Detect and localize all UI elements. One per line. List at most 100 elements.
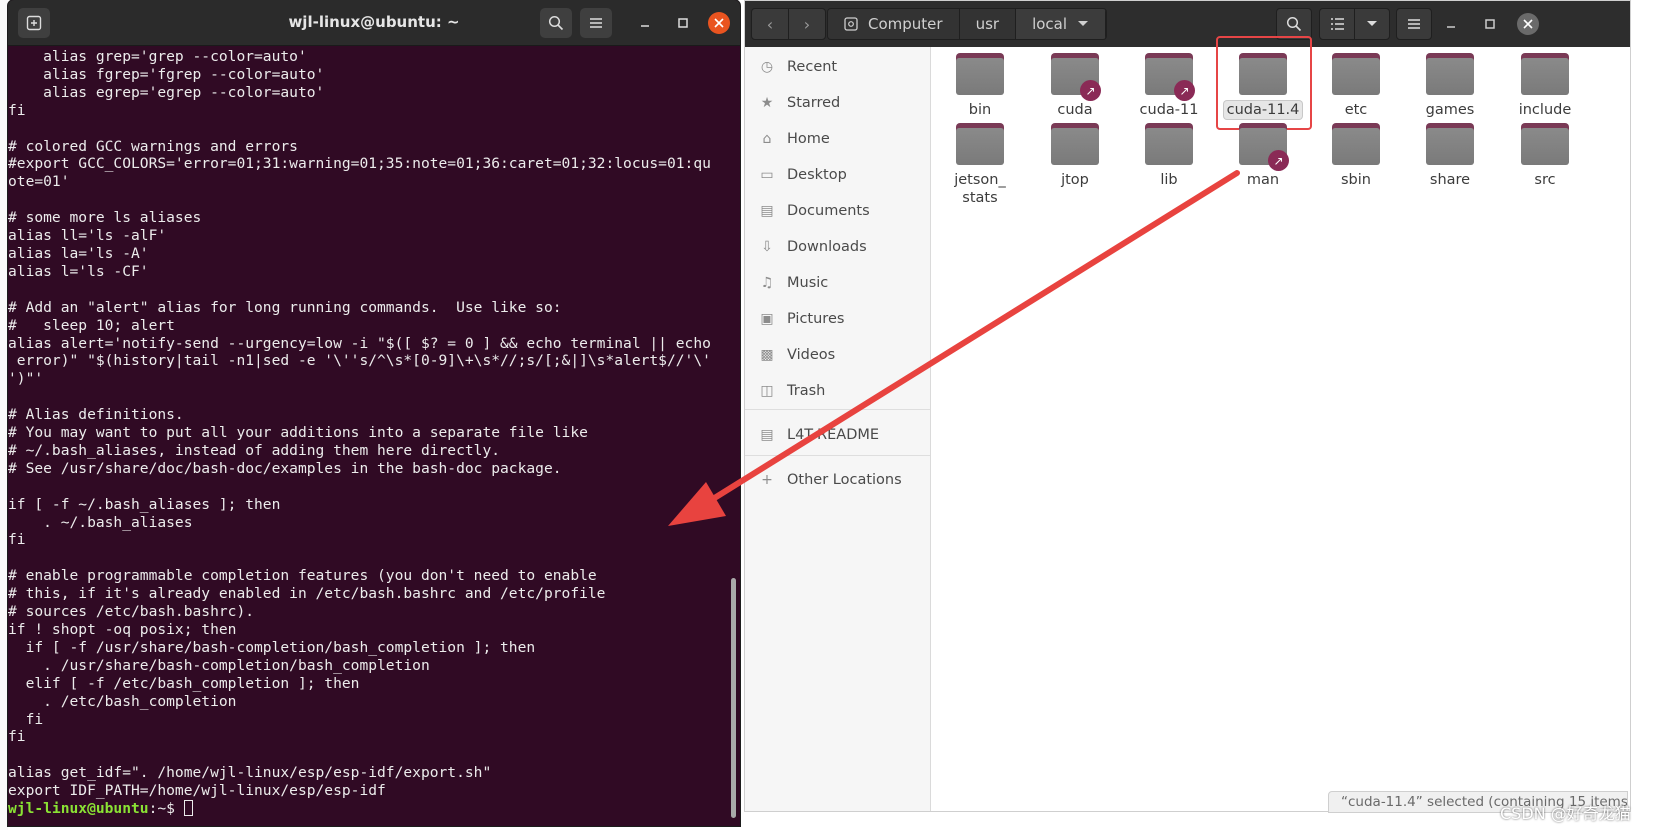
folder-item[interactable]: ↗ cuda: [1033, 53, 1117, 119]
sidebar-item-label: Recent: [787, 59, 838, 75]
background-window-strip: [0, 0, 8, 830]
folder-icon: [1426, 53, 1474, 95]
sidebar-item-pictures[interactable]: ▣ Pictures: [745, 301, 930, 337]
chevron-down-icon[interactable]: [1077, 20, 1089, 28]
folder-item[interactable]: share: [1408, 123, 1492, 189]
sidebar-separator: [745, 455, 930, 456]
minimize-icon[interactable]: [634, 12, 656, 34]
sidebar-item-trash[interactable]: ◫ Trash: [745, 373, 930, 409]
folder-item[interactable]: bin: [938, 53, 1022, 119]
sidebar-item-label: Desktop: [787, 167, 847, 183]
sidebar-item-starred[interactable]: ★ Starred: [745, 85, 930, 121]
watermark: CSDN @好奇龙猫: [1500, 804, 1631, 823]
hamburger-menu-icon[interactable]: [580, 8, 612, 38]
close-icon[interactable]: [1517, 13, 1539, 35]
symlink-arrow-icon: ↗: [1174, 80, 1195, 101]
search-icon: [1286, 16, 1302, 32]
folder-item[interactable]: etc: [1314, 53, 1398, 119]
sidebar-item-recent[interactable]: ◷ Recent: [745, 49, 930, 85]
places-sidebar: ◷ Recent ★ Starred ⌂ Home ▭ Desktop ▤ Documents ⇩ D…: [745, 47, 931, 811]
highlight-box: [1216, 36, 1312, 130]
folder-name: games: [1425, 102, 1475, 118]
terminal-prompt-line[interactable]: wjl-linux@ubuntu:~$: [8, 800, 726, 818]
sidebar-item-l4t-readme[interactable]: ▤ L4T-README: [745, 417, 930, 453]
chevron-right-icon: ›: [803, 14, 811, 34]
sidebar-item-label: Trash: [787, 383, 826, 399]
sidebar-item-label: L4T-README: [787, 427, 880, 443]
list-view-icon: [1330, 18, 1344, 30]
folder-item[interactable]: ↗ man: [1221, 123, 1305, 189]
folder-name: cuda-11: [1139, 102, 1199, 118]
desktop-icon: ▭: [760, 167, 774, 183]
terminal-title: wjl-linux@ubuntu: ~: [288, 13, 460, 31]
folder-link-icon: ↗: [1145, 53, 1195, 101]
sidebar-item-label: Pictures: [787, 311, 845, 327]
sidebar-item-desktop[interactable]: ▭ Desktop: [745, 157, 930, 193]
maximize-icon[interactable]: [1479, 13, 1501, 35]
breadcrumb-local[interactable]: local: [1016, 9, 1107, 39]
folder-item[interactable]: include: [1503, 53, 1587, 119]
file-manager-window[interactable]: ‹ › Computer usr local ◷ Recent ★ Starre…: [744, 0, 1631, 813]
drive-icon: [844, 17, 858, 31]
folder-item[interactable]: jetson_ stats: [938, 123, 1022, 207]
back-button[interactable]: ‹: [751, 8, 789, 40]
view-options-button[interactable]: [1354, 8, 1390, 40]
menu-button[interactable]: [1396, 8, 1432, 40]
folder-item[interactable]: src: [1503, 123, 1587, 189]
prompt-path: :~$: [148, 800, 184, 818]
pictures-icon: ▣: [760, 311, 774, 327]
sidebar-item-label: Starred: [787, 95, 841, 111]
sidebar-item-label: Music: [787, 275, 829, 291]
folder-item[interactable]: sbin: [1314, 123, 1398, 189]
folder-name: share: [1429, 172, 1471, 188]
sidebar-item-videos[interactable]: ▩ Videos: [745, 337, 930, 373]
videos-icon: ▩: [760, 347, 774, 363]
sidebar-item-label: Downloads: [787, 239, 867, 255]
folder-item[interactable]: jtop: [1033, 123, 1117, 189]
hamburger-menu-icon: [1408, 19, 1420, 29]
folder-item[interactable]: ↗ cuda-11: [1127, 53, 1211, 119]
files-headerbar: ‹ › Computer usr local: [745, 1, 1630, 47]
sidebar-item-home[interactable]: ⌂ Home: [745, 121, 930, 157]
search-icon[interactable]: [540, 8, 572, 38]
sidebar-item-music[interactable]: ♫ Music: [745, 265, 930, 301]
breadcrumb-computer[interactable]: Computer: [828, 9, 960, 39]
folder-icon: [956, 123, 1004, 165]
sidebar-item-label: Documents: [787, 203, 870, 219]
maximize-icon[interactable]: [672, 12, 694, 34]
folder-name: jetson_ stats: [954, 172, 1006, 206]
minimize-icon[interactable]: [1440, 13, 1462, 35]
downloads-icon: ⇩: [761, 239, 773, 255]
folder-item[interactable]: lib: [1127, 123, 1211, 189]
home-icon: ⌂: [762, 131, 772, 147]
drive-icon: ▤: [760, 427, 774, 443]
terminal-window[interactable]: wjl-linux@ubuntu: ~ alias grep='grep --c…: [8, 0, 740, 826]
folder-item[interactable]: games: [1408, 53, 1492, 119]
folder-icon: [1332, 123, 1380, 165]
terminal-scrollbar[interactable]: [731, 578, 736, 818]
terminal-headerbar: wjl-linux@ubuntu: ~: [8, 0, 740, 46]
folder-icon: [1332, 53, 1380, 95]
forward-button[interactable]: ›: [788, 8, 826, 40]
sidebar-item-documents[interactable]: ▤ Documents: [745, 193, 930, 229]
sidebar-item-label: Videos: [787, 347, 836, 363]
sidebar-separator: [745, 409, 930, 410]
folder-icon: [956, 53, 1004, 95]
folder-name: man: [1246, 172, 1280, 188]
plus-icon: +: [761, 472, 773, 488]
view-list-button[interactable]: [1319, 8, 1355, 40]
folder-name: jtop: [1061, 172, 1089, 188]
folder-icon: [1426, 123, 1474, 165]
folder-name: src: [1534, 172, 1556, 188]
trash-icon: ◫: [760, 383, 774, 399]
close-icon[interactable]: [708, 12, 730, 34]
folder-link-icon: ↗: [1051, 53, 1101, 101]
sidebar-item-downloads[interactable]: ⇩ Downloads: [745, 229, 930, 265]
file-grid[interactable]: bin ↗ cuda ↗ cuda-11 cuda-11.4 etc games include…: [931, 36, 1630, 771]
chevron-left-icon: ‹: [766, 14, 774, 34]
symlink-arrow-icon: ↗: [1080, 80, 1101, 101]
terminal-output: alias grep='grep --color=auto' alias fgr…: [8, 48, 711, 800]
breadcrumb-usr[interactable]: usr: [959, 9, 1017, 39]
terminal-text-area[interactable]: alias grep='grep --color=auto' alias fgr…: [8, 48, 726, 824]
sidebar-item-other-locations[interactable]: + Other Locations: [745, 462, 930, 498]
